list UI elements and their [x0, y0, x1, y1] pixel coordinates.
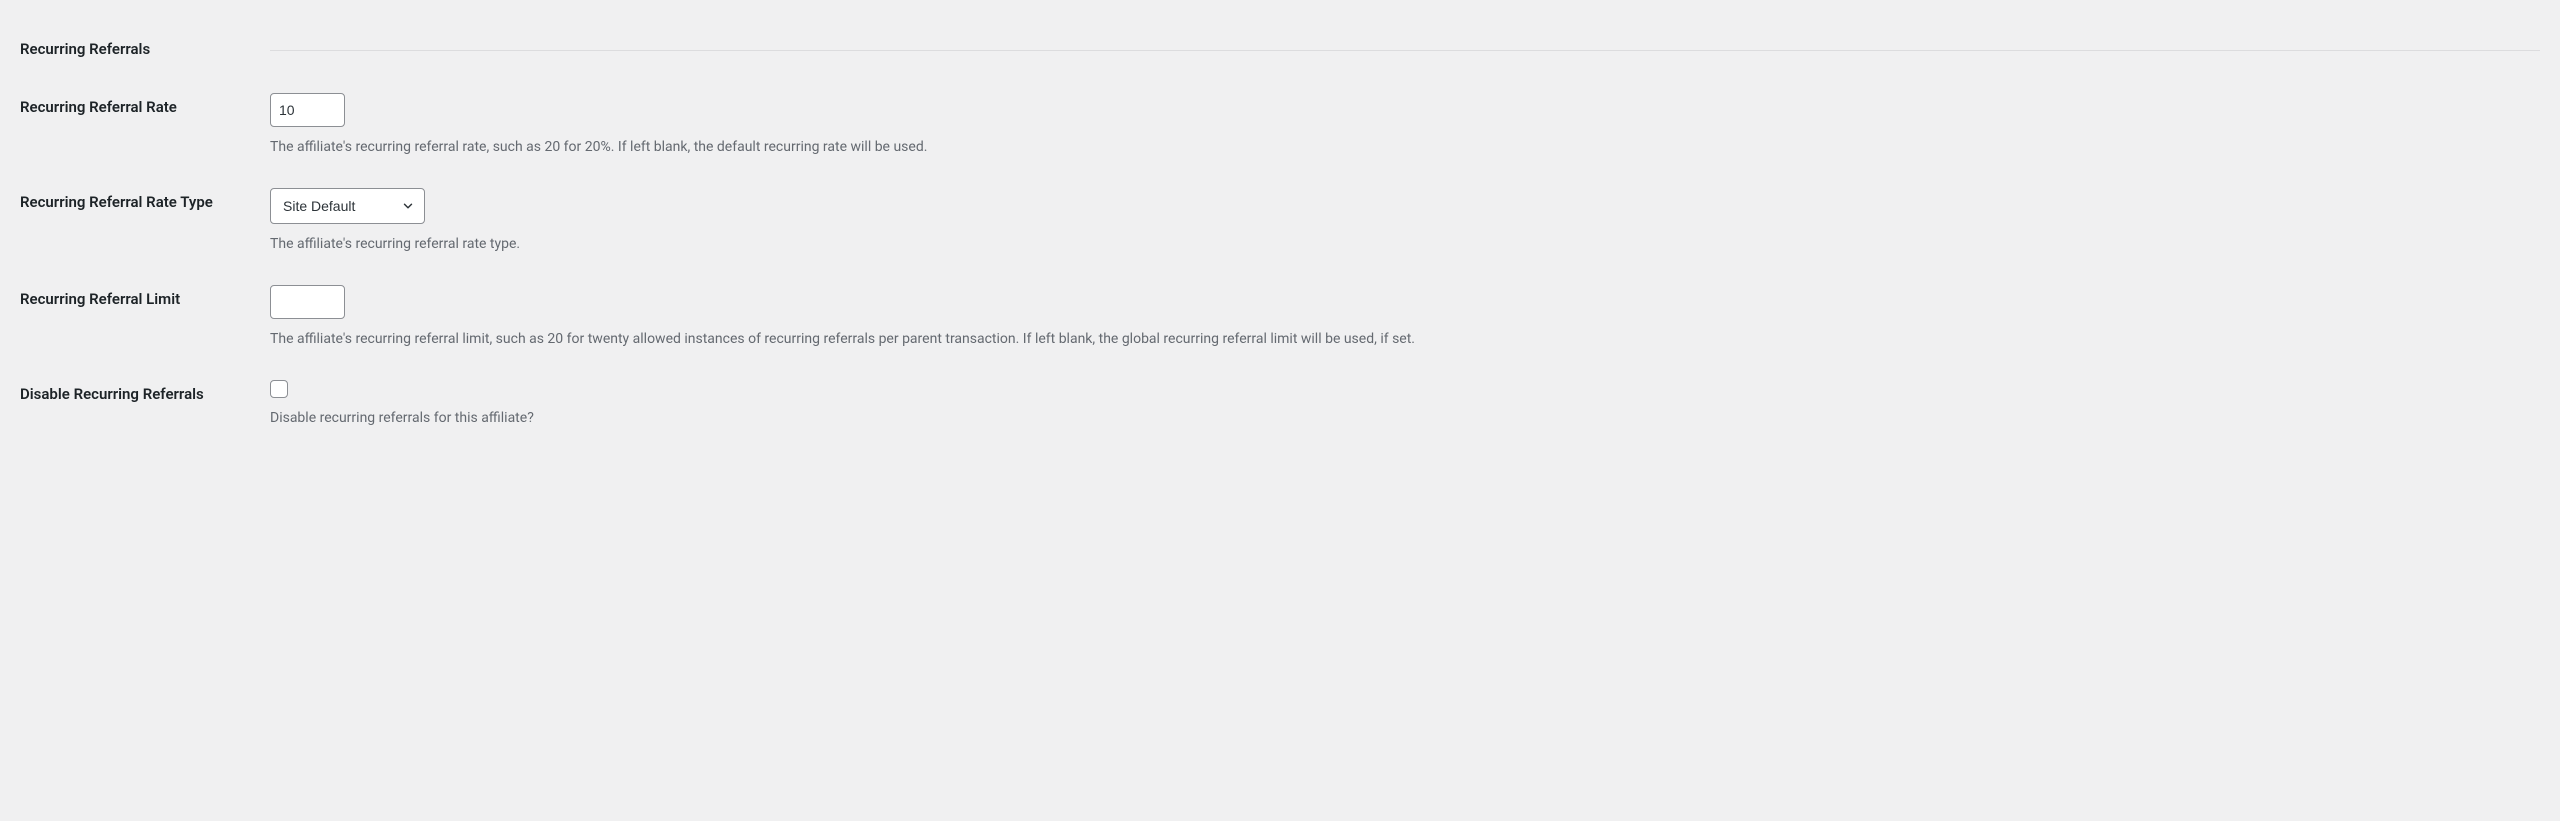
recurring-rate-type-select[interactable]: Site Default	[270, 188, 425, 224]
section-divider-cell	[270, 20, 2540, 78]
recurring-rate-description: The affiliate's recurring referral rate,…	[270, 137, 1530, 158]
section-heading: Recurring Referrals	[20, 20, 270, 78]
recurring-rate-type-label: Recurring Referral Rate Type	[20, 173, 270, 270]
recurring-limit-input[interactable]	[270, 285, 345, 319]
disable-recurring-description: Disable recurring referrals for this aff…	[270, 408, 1530, 429]
recurring-rate-input[interactable]	[270, 93, 345, 127]
section-divider	[270, 50, 2540, 51]
disable-recurring-checkbox[interactable]	[270, 380, 288, 398]
recurring-rate-label: Recurring Referral Rate	[20, 78, 270, 173]
recurring-rate-type-description: The affiliate's recurring referral rate …	[270, 234, 1530, 255]
disable-recurring-label: Disable Recurring Referrals	[20, 365, 270, 444]
recurring-limit-description: The affiliate's recurring referral limit…	[270, 329, 1530, 350]
recurring-limit-label: Recurring Referral Limit	[20, 270, 270, 365]
